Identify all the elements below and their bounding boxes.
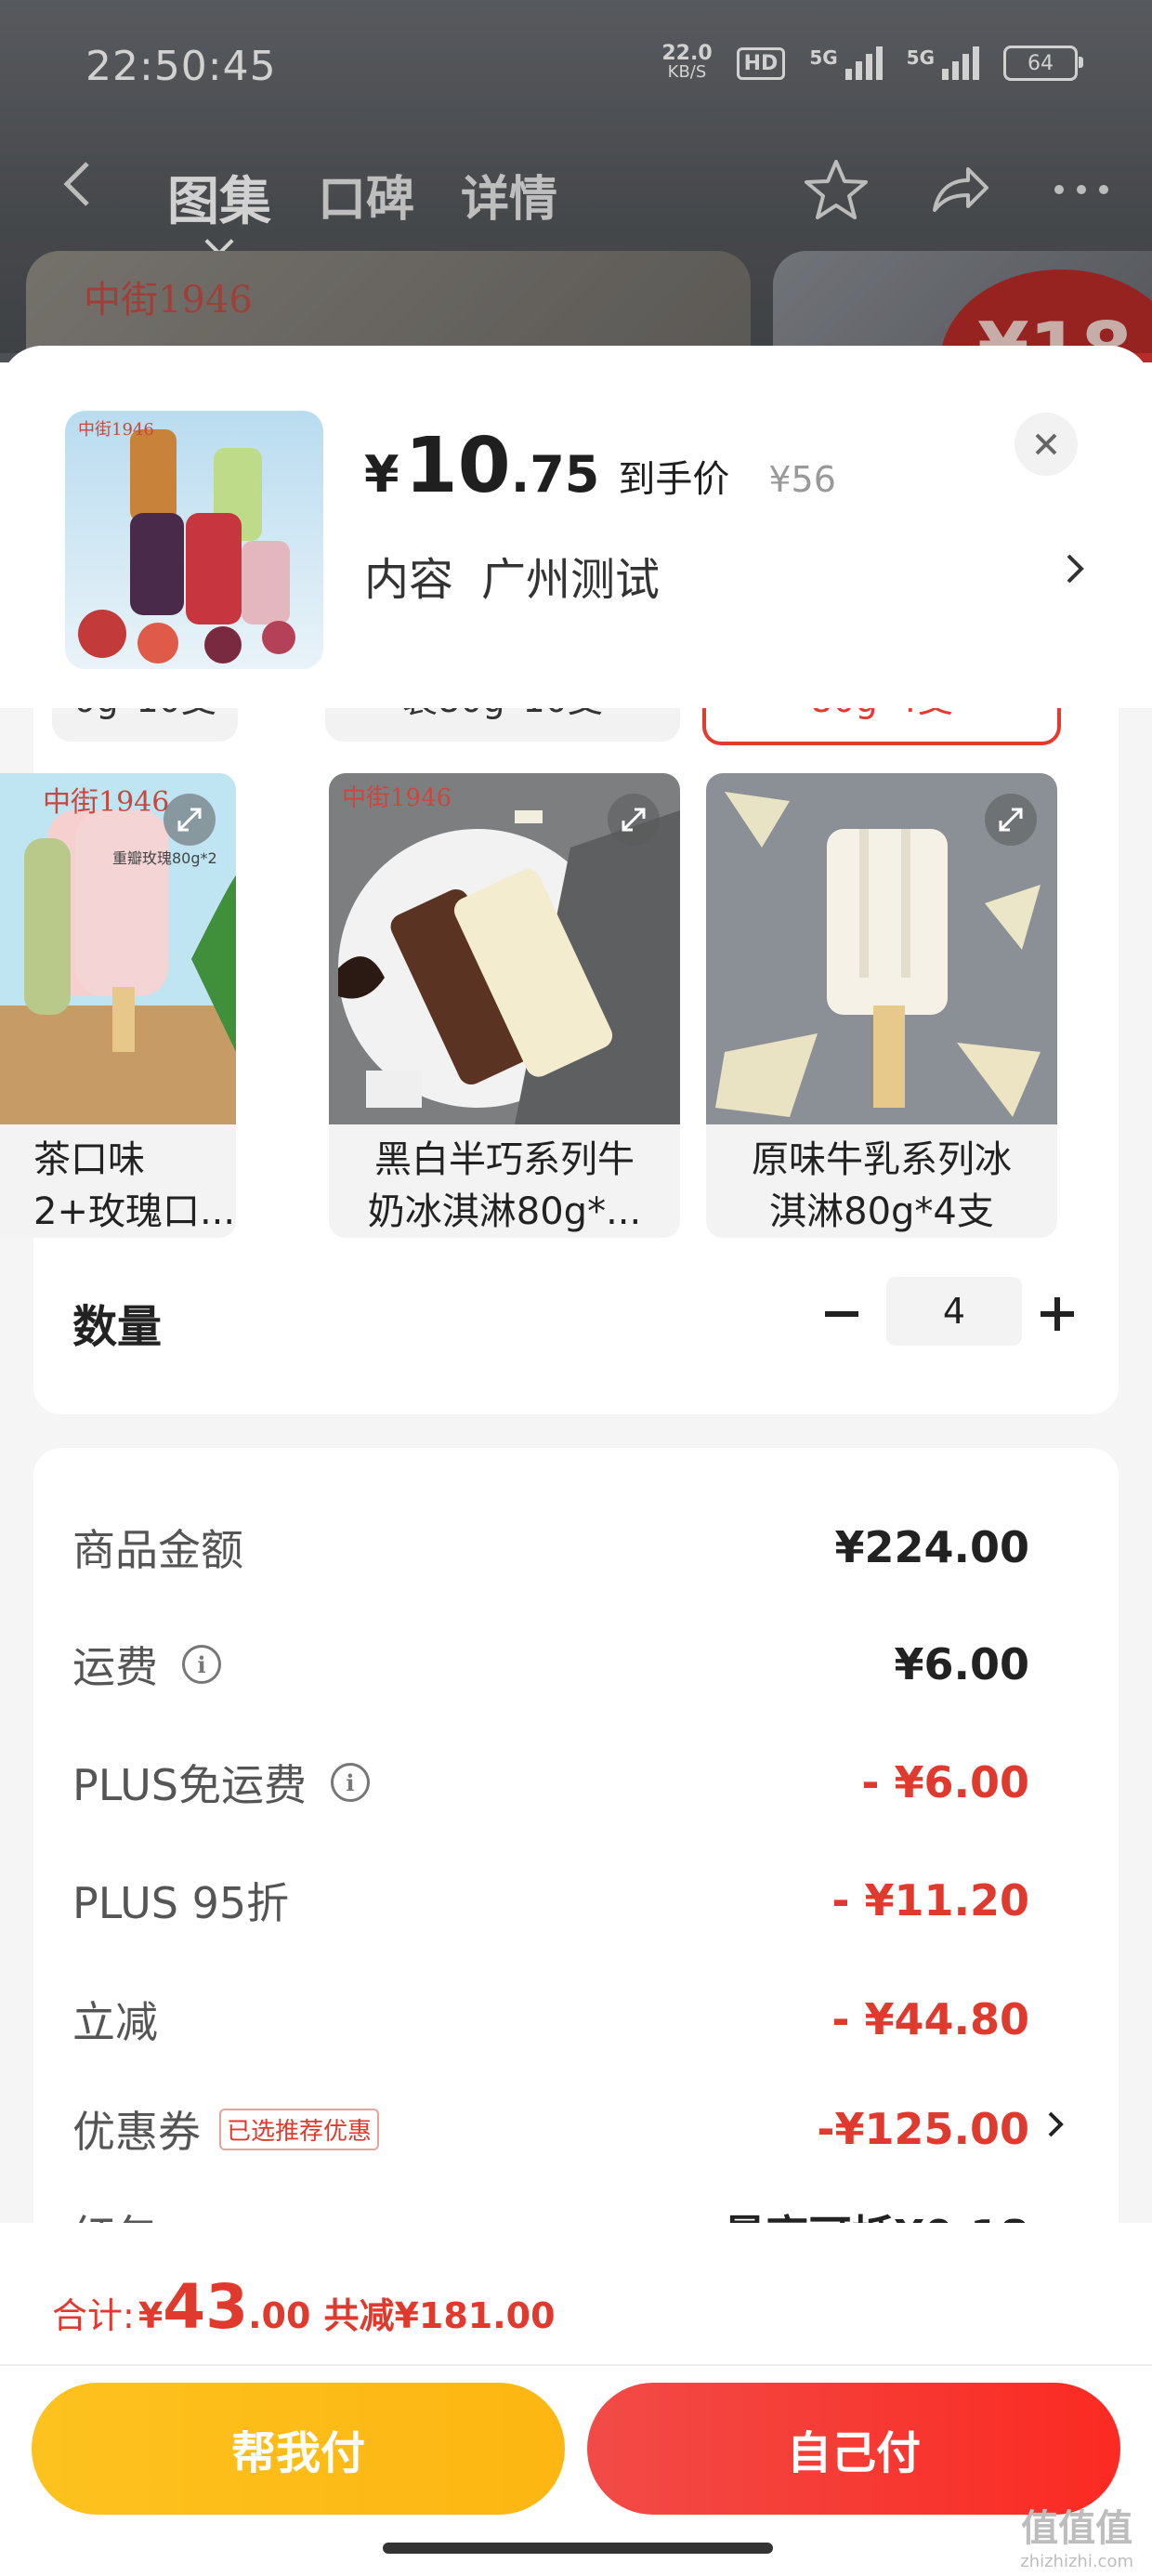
final-price-tag: 到手价 (618, 458, 730, 501)
hd-icon: HD (736, 46, 786, 80)
close-button[interactable] (1015, 413, 1078, 476)
total-row: 合计: ¥ 43 .00 共减¥181.00 (52, 2271, 556, 2343)
watermark: 值值值 zhizhizhi.com (1020, 2507, 1133, 2571)
clock: 22:50:45 (85, 43, 277, 90)
signal-icon-2: 5G (907, 46, 979, 80)
tab-gallery[interactable]: 图集 (167, 160, 271, 235)
nav-tabs: 图集 口碑 详情 (167, 160, 557, 235)
product-page-background: 22:50:45 22.0 KB/S HD 5G 5G 64 图集 口碑 详情 (0, 0, 1152, 362)
chevron-right-icon (1067, 554, 1084, 584)
variant-name: 原味牛乳系列冰 淇淋80g*4支 (752, 1138, 1012, 1233)
expand-icon[interactable] (164, 794, 216, 846)
status-icons: 22.0 KB/S HD 5G 5G 64 (661, 42, 1083, 82)
expand-icon[interactable] (985, 794, 1037, 846)
quantity-decrease-button[interactable] (814, 1286, 870, 1342)
product-thumbnail: 中街1946 (65, 411, 323, 669)
nav-actions (803, 156, 1115, 223)
variant-card[interactable]: 中街1946 重瓣玫瑰80g*2 茶口味 2+玫瑰口... (0, 773, 236, 1238)
total-integer: 43 (163, 2271, 249, 2343)
variant-name: 黑白半巧系列牛 奶冰淇淋80g*... (367, 1138, 642, 1233)
selected-spec-label: 内容 (364, 554, 454, 606)
share-icon[interactable] (925, 156, 992, 223)
chevron-right-icon (1044, 2106, 1067, 2153)
price-decimal: .75 (510, 445, 600, 504)
quantity-increase-button[interactable] (1029, 1286, 1085, 1342)
quantity-row: 数量 (33, 1277, 1119, 1360)
close-icon (1035, 433, 1057, 455)
price-row: ¥ 10 .75 到手价 ¥56 (364, 422, 836, 510)
signal-icon: 5G (809, 46, 883, 80)
quantity-label: 数量 (72, 1301, 163, 1353)
more-icon[interactable] (1048, 156, 1115, 223)
coupon-tag: 已选推荐优惠 (219, 2108, 380, 2150)
brand-logo: 中街1946 (84, 279, 253, 322)
back-arrow-icon[interactable] (59, 156, 97, 212)
checkout-bar: 合计: ¥ 43 .00 共减¥181.00 帮我付 自己付 值值值 zhizh… (0, 2223, 1152, 2576)
info-icon[interactable]: i (182, 1645, 221, 1684)
price-integer: 10 (404, 422, 511, 510)
variant-name: 茶口味 2+玫瑰口... (33, 1138, 236, 1233)
top-nav: 图集 口碑 详情 (0, 139, 1152, 242)
summary-row-coupon[interactable]: 优惠券 已选推荐优惠 -¥125.00 (72, 2096, 1067, 2162)
original-price: ¥56 (768, 459, 836, 500)
summary-row-plus-free-shipping: PLUS免运费 i - ¥6.00 (72, 1757, 1029, 1810)
expand-icon[interactable] (608, 794, 660, 846)
selected-spec-row[interactable]: 内容 广州测试 (364, 543, 1089, 608)
favorite-star-icon[interactable] (803, 156, 870, 223)
network-speed: 22.0 KB/S (661, 42, 713, 82)
status-bar: 22:50:45 22.0 KB/S HD 5G 5G 64 (0, 0, 1152, 130)
home-indicator[interactable] (383, 2543, 773, 2554)
divider (0, 2364, 1152, 2366)
info-icon[interactable]: i (330, 1763, 370, 1802)
summary-row-plus-discount: PLUS 95折 - ¥11.20 (72, 1875, 1029, 1928)
variant-card[interactable]: 原味牛乳系列冰 淇淋80g*4支 (706, 773, 1057, 1238)
total-discount: 共减¥181.00 (323, 2295, 556, 2336)
summary-row-goods-amount: 商品金额 ¥224.00 (72, 1522, 1029, 1575)
tab-details[interactable]: 详情 (461, 160, 557, 235)
summary-row-shipping: 运费 i ¥6.00 (72, 1639, 1029, 1692)
quantity-input[interactable] (886, 1277, 1022, 1346)
variant-card[interactable]: 中街1946 黑白半巧系列牛 奶冰淇淋80g*... (329, 773, 680, 1238)
help-me-pay-button[interactable]: 帮我付 (32, 2383, 565, 2515)
summary-row-instant-discount: 立减 - ¥44.80 (72, 1994, 1029, 2047)
sheet-header: 中街1946 ¥ 10 .75 到手价 ¥56 内容 广州测试 (0, 346, 1152, 708)
selected-spec-value: 广州测试 (481, 554, 661, 606)
battery-icon: 64 (1003, 46, 1083, 81)
variant-list: 中街1946 重瓣玫瑰80g*2 茶口味 2+玫瑰口... 中街1946 黑白半… (0, 773, 1119, 1256)
pay-myself-button[interactable]: 自己付 (587, 2383, 1120, 2515)
total-decimal: .00 (248, 2295, 311, 2336)
tab-reviews[interactable]: 口碑 (318, 160, 414, 235)
